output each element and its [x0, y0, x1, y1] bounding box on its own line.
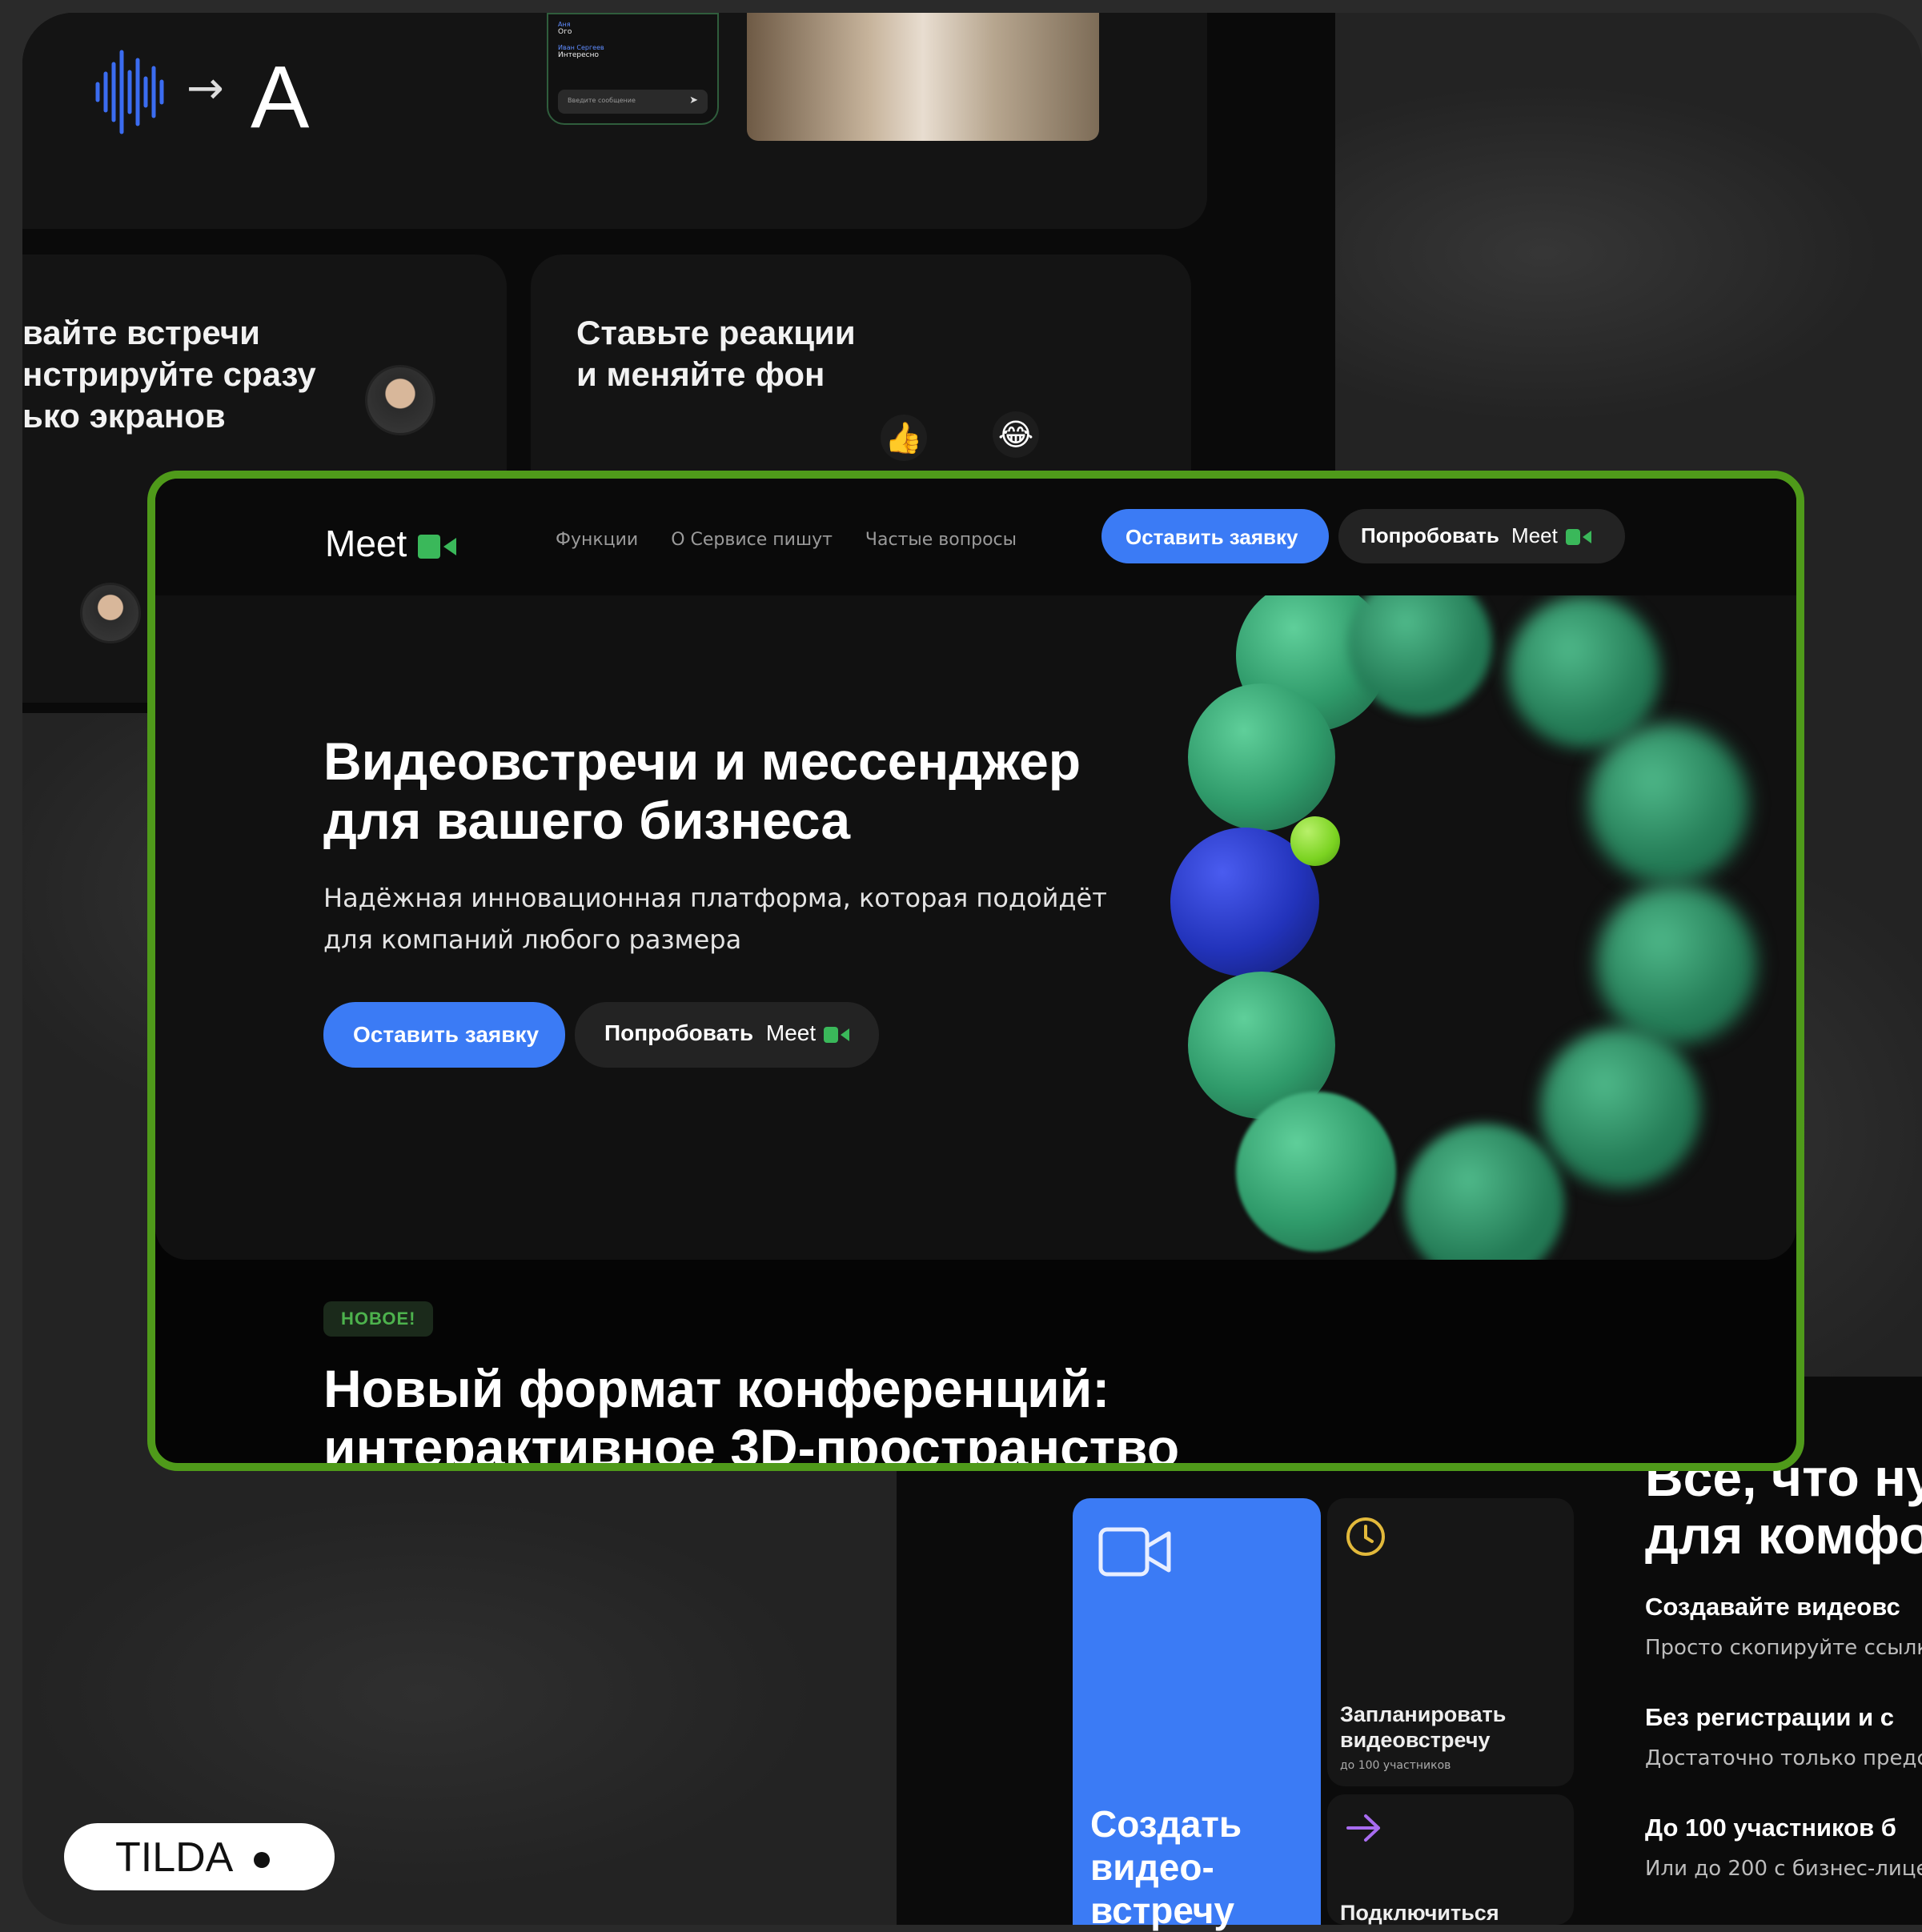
hero-section: Видеовстречи и мессенджер для вашего биз… [155, 595, 1796, 1260]
sphere [1508, 595, 1660, 748]
clock-icon [1346, 1517, 1385, 1556]
feature-item: Без регистрации и с Достаточно только пр… [1645, 1703, 1922, 1770]
text-letter-icon: A [251, 48, 310, 146]
card-title-line: и меняйте фон [576, 355, 825, 393]
laughing-emoji-icon: 😂 [993, 411, 1039, 458]
section-title-line: интерактивное 3D-пространство [323, 1418, 1180, 1471]
camera-logo-icon [1565, 529, 1591, 546]
send-icon: ➤ [689, 94, 698, 106]
chat-input-placeholder: Введите сообщение [568, 97, 636, 104]
thumbs-up-icon: 👍 [881, 415, 927, 461]
hero-title-line: Видеовстречи и мессенджер [323, 732, 1081, 791]
hero-request-button[interactable]: Оставить заявку [323, 1002, 565, 1068]
tilda-watermark: TILDA [64, 1823, 335, 1890]
title-line: видеовстречу [1340, 1728, 1491, 1752]
sphere [1588, 723, 1748, 884]
join-title: Подключиться [1340, 1901, 1499, 1925]
chat-message: Интересно [558, 51, 599, 59]
feature-description: Или до 200 с бизнес-лице [1645, 1857, 1922, 1881]
card-title-line: нстрируйте сразу [22, 355, 316, 393]
new-badge: НОВОЕ! [323, 1301, 434, 1337]
chat-preview: Аня Ого Иван Сергеев Интересно Введите с… [547, 13, 719, 125]
nav-links: Функции О Сервисе пишут Частые вопросы [556, 530, 1044, 550]
camera-logo-icon [824, 1026, 850, 1043]
nav-link-faq[interactable]: Частые вопросы [865, 530, 1017, 550]
section-title-line: Новый формат конференций: [323, 1359, 1110, 1418]
main-screenshot-frame: Meet Функции О Сервисе пишут Частые вопр… [147, 471, 1804, 1471]
avatar [80, 583, 141, 643]
sphere [1404, 1124, 1564, 1260]
top-navigation: Meet Функции О Сервисе пишут Частые вопр… [155, 479, 1796, 595]
chat-sender: Аня [558, 21, 571, 28]
title-line: Создать [1090, 1803, 1242, 1845]
chat-input: Введите сообщение ➤ [558, 90, 708, 114]
section-title: Новый формат конференций: интерактивное … [323, 1359, 1180, 1471]
hero-subtitle-line: Надёжная инновационная платформа, котора… [323, 883, 1107, 913]
nav-try-brand: Meet [1511, 523, 1558, 547]
sphere [1540, 1028, 1700, 1188]
participant-photo [747, 13, 1099, 141]
chat-message: Ого [558, 28, 572, 36]
nav-link-functions[interactable]: Функции [556, 530, 638, 550]
nav-try-label: Попробовать [1361, 523, 1499, 547]
feature-description: Просто скопируйте ссылк [1645, 1636, 1922, 1660]
arrow-right-icon: → [187, 62, 224, 114]
card-title: Ставьте реакции и меняйте фон [576, 312, 856, 395]
create-meeting-title: Создать видео- встречу [1090, 1802, 1298, 1932]
transcription-card: → A Аня Ого Иван Сергеев Интересно Введи… [22, 13, 1207, 229]
feature-item: До 100 участников б Или до 200 с бизнес-… [1645, 1814, 1922, 1881]
title-line: встречу [1090, 1890, 1235, 1931]
hero-try-brand: Meet [765, 1020, 817, 1045]
create-meeting-card[interactable]: Создать видео- встречу [1073, 1498, 1321, 1931]
dot-icon [254, 1852, 271, 1869]
tilda-label: TILDA [115, 1834, 234, 1881]
logo[interactable]: Meet [325, 522, 457, 565]
logo-text: Meet [325, 523, 407, 564]
sphere [1236, 1092, 1396, 1252]
schedule-title: Запланировать видеовстречу [1340, 1702, 1506, 1753]
card-title-line: вайте встречи [22, 314, 260, 351]
title-line: видео- [1090, 1846, 1214, 1888]
hero-try-button[interactable]: Попробовать Meet [575, 1002, 879, 1068]
card-title-line: ько экранов [22, 397, 226, 435]
card-title-line: Ставьте реакции [576, 314, 856, 351]
video-camera-icon [1098, 1527, 1171, 1577]
hero-subtitle-line: для компаний любого размера [323, 924, 742, 955]
chat-sender: Иван Сергеев [558, 44, 604, 51]
hero-subtitle: Надёжная инновационная платформа, котора… [323, 877, 1124, 960]
hero-title: Видеовстречи и мессенджер для вашего биз… [323, 732, 1081, 850]
sphere [1188, 683, 1335, 831]
nav-link-press[interactable]: О Сервисе пишут [671, 530, 833, 550]
nav-try-button[interactable]: Попробовать Meet [1338, 509, 1625, 563]
nav-request-button[interactable]: Оставить заявку [1101, 509, 1329, 563]
feature-title: До 100 участников б [1645, 1814, 1896, 1842]
sphere [1596, 884, 1756, 1044]
heading-line: для комфо [1645, 1505, 1922, 1565]
feature-description: Достаточно только предс [1645, 1746, 1922, 1770]
hero-try-label: Попробовать [604, 1020, 754, 1045]
feature-title: Без регистрации и с [1645, 1703, 1894, 1731]
feature-item: Создавайте видеовс Просто скопируйте ссы… [1645, 1593, 1922, 1660]
arrow-right-icon [1346, 1814, 1380, 1842]
schedule-subtitle: до 100 участников [1340, 1759, 1451, 1772]
title-line: Запланировать [1340, 1702, 1507, 1726]
card-title: вайте встречи нстрируйте сразу ько экран… [22, 312, 316, 437]
hero-title-line: для вашего бизнеса [323, 791, 851, 850]
join-meeting-card[interactable]: Подключиться [1327, 1794, 1574, 1925]
camera-logo-icon [418, 534, 457, 559]
soundwave-icon [95, 50, 164, 134]
schedule-meeting-card[interactable]: Запланировать видеовстречу до 100 участн… [1327, 1498, 1574, 1786]
avatar [365, 365, 435, 435]
sphere [1290, 816, 1340, 866]
feature-title: Создавайте видеовс [1645, 1593, 1900, 1621]
